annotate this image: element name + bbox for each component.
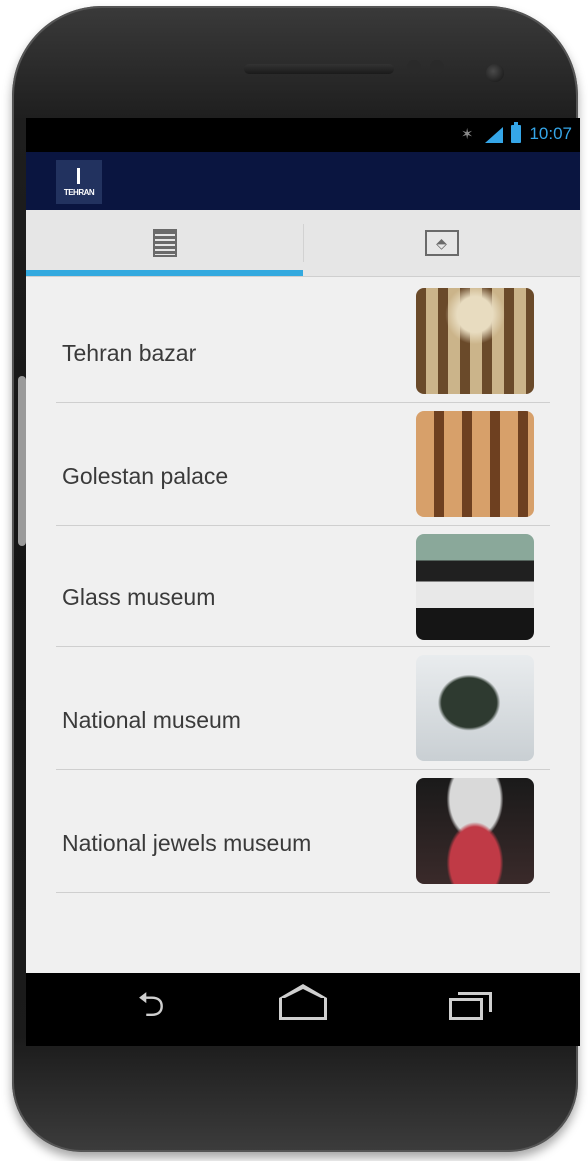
list-item[interactable]: Tehran bazar xyxy=(26,280,580,403)
navigation-bar: ⮌ xyxy=(26,973,580,1046)
battery-icon xyxy=(511,122,522,143)
tab-selected-indicator xyxy=(26,270,303,276)
national-museum-photo xyxy=(416,655,534,761)
side-volume-button xyxy=(18,376,26,546)
tab-map[interactable]: ⬘ xyxy=(303,210,580,276)
activity-icon: ✶ xyxy=(460,126,474,143)
place-title: National museum xyxy=(62,707,241,733)
divider xyxy=(56,892,550,893)
status-bar: ✶ 10:07 xyxy=(26,118,580,152)
place-title: Tehran bazar xyxy=(62,340,197,366)
recent-apps-icon xyxy=(449,992,492,1020)
list-item[interactable]: Golestan palace xyxy=(26,403,580,526)
jewels-museum-photo xyxy=(416,778,534,884)
app-logo[interactable]: TEHRAN xyxy=(56,160,102,204)
earpiece-speaker xyxy=(244,64,394,74)
glass-museum-photo xyxy=(416,534,534,640)
logo-text: TEHRAN xyxy=(63,188,95,197)
tab-bar: ⬘ xyxy=(26,210,580,277)
tab-list[interactable] xyxy=(26,210,303,276)
front-camera xyxy=(486,64,504,82)
proximity-sensor xyxy=(407,60,421,74)
place-title: National jewels museum xyxy=(62,830,312,856)
home-icon xyxy=(279,984,327,1020)
palace-photo xyxy=(416,411,534,517)
back-icon: ⮌ xyxy=(137,985,165,1024)
places-list: Tehran bazar Golestan palace Glass museu… xyxy=(26,280,580,893)
list-icon xyxy=(152,229,177,257)
action-bar xyxy=(26,152,580,210)
place-title: Glass museum xyxy=(62,584,216,610)
recent-apps-button[interactable] xyxy=(436,987,496,1031)
signal-icon xyxy=(481,125,504,143)
back-button[interactable]: ⮌ xyxy=(121,986,181,1031)
bazaar-photo xyxy=(416,288,534,394)
list-item[interactable]: National museum xyxy=(26,647,580,770)
home-button[interactable] xyxy=(273,984,333,1031)
status-time: 10:07 xyxy=(529,124,572,143)
list-item[interactable]: Glass museum xyxy=(26,526,580,647)
map-icon: ⬘ xyxy=(424,230,459,256)
place-title: Golestan palace xyxy=(62,463,229,489)
app-screen: ✶ 10:07 TEHRAN ⬘ Tehran bazar Golestan p… xyxy=(26,118,580,1046)
list-item[interactable]: National jewels museum xyxy=(26,770,580,893)
light-sensor xyxy=(430,60,444,74)
